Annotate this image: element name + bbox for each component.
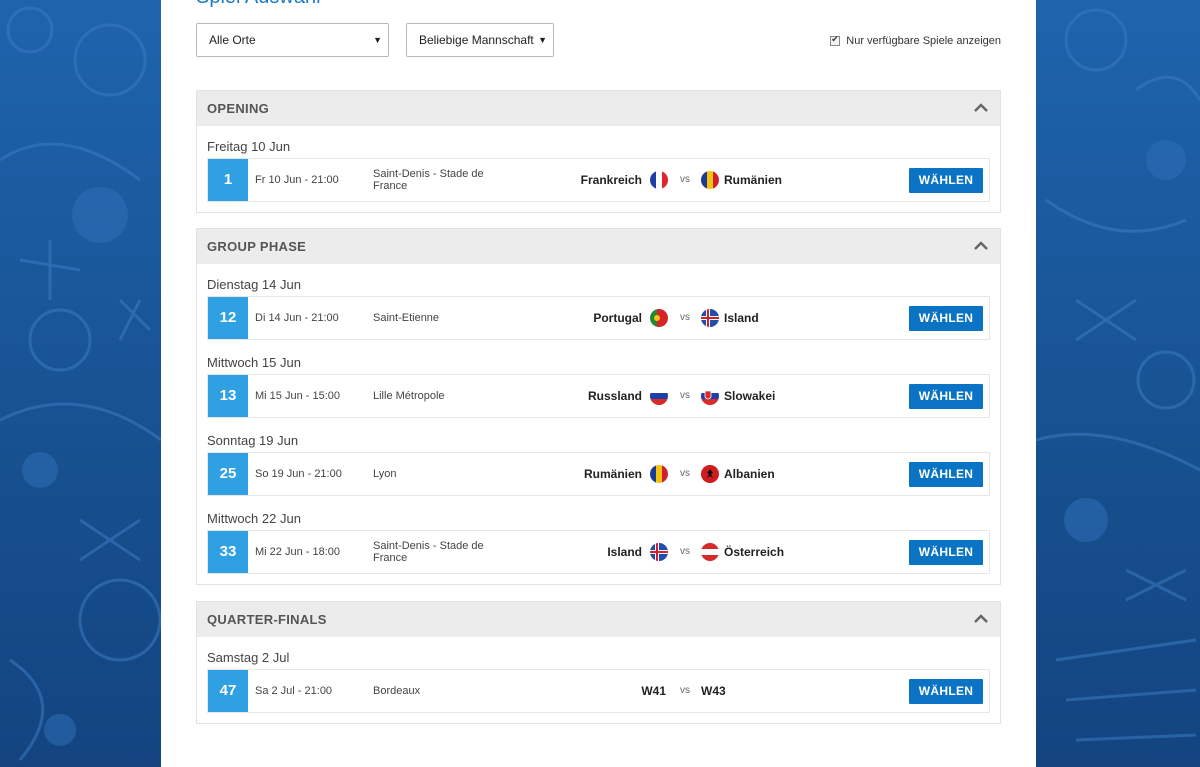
match-date: Di 14 Jun - 21:00 — [255, 312, 339, 324]
home-team: Rumänien — [583, 467, 642, 481]
match-number: 13 — [208, 375, 248, 417]
chevron-up-icon[interactable] — [974, 101, 988, 115]
section-title: QUARTER-FINALS — [207, 612, 327, 627]
section-header[interactable]: OPENING — [197, 91, 1000, 126]
team-select-value: Beliebige Mannschaft — [419, 33, 534, 47]
select-match-button[interactable]: WÄHLEN — [909, 306, 983, 331]
day-label: Sonntag 19 Jun — [207, 433, 299, 448]
match-number: 33 — [208, 531, 248, 573]
romania-flag-icon — [701, 171, 719, 189]
match-date: Mi 22 Jun - 18:00 — [255, 546, 340, 558]
away-team: Island — [724, 311, 759, 325]
select-match-button[interactable]: WÄHLEN — [909, 462, 983, 487]
chevron-up-icon[interactable] — [974, 612, 988, 626]
match-row: 12 Di 14 Jun - 21:00 Saint-Etienne Portugal… — [207, 296, 990, 340]
team-select[interactable]: Beliebige Mannschaft ▼ — [406, 23, 554, 57]
match-venue: Lille Métropole — [373, 390, 445, 402]
away-team: W43 — [701, 684, 726, 698]
day-label: Freitag 10 Jun — [207, 139, 291, 154]
day-label: Dienstag 14 Jun — [207, 277, 301, 292]
home-team: Frankreich — [580, 173, 642, 187]
background-pattern-left — [0, 0, 161, 767]
home-team: Russland — [587, 389, 642, 403]
section-title: GROUP PHASE — [207, 239, 307, 254]
day-label: Mittwoch 15 Jun — [207, 355, 301, 370]
only-available-label: Nur verfügbare Spiele anzeigen — [846, 35, 1001, 47]
albania-flag-icon — [701, 465, 719, 483]
select-match-button[interactable]: WÄHLEN — [909, 168, 983, 193]
match-number: 12 — [208, 297, 248, 339]
home-team: Portugal — [593, 311, 642, 325]
vs-label: vs — [680, 468, 690, 479]
section-header[interactable]: QUARTER-FINALS — [197, 602, 1000, 637]
select-match-button[interactable]: WÄHLEN — [909, 540, 983, 565]
match-date: Sa 2 Jul - 21:00 — [255, 685, 333, 697]
match-row: 1 Fr 10 Jun - 21:00 Saint-Denis - Stade de… — [207, 158, 990, 202]
section-title: OPENING — [207, 101, 270, 116]
vs-label: vs — [680, 685, 690, 696]
vs-label: vs — [680, 546, 690, 557]
day-label: Mittwoch 22 Jun — [207, 511, 301, 526]
vs-label: vs — [680, 312, 690, 323]
match-row: 25 So 19 Jun - 21:00 Lyon Rumänien vs Albanie… — [207, 452, 990, 496]
main-content: Spiel Auswahl Alle Orte ▼ Beliebige Mann… — [161, 0, 1036, 767]
location-select[interactable]: Alle Orte ▼ — [196, 23, 389, 57]
day-label: Samstag 2 Jul — [207, 650, 290, 665]
match-date: Fr 10 Jun - 21:00 — [255, 174, 339, 186]
dropdown-arrow-icon: ▼ — [538, 35, 547, 45]
france-flag-icon — [650, 171, 668, 189]
match-venue: Saint-Denis - Stade de France — [373, 168, 484, 192]
match-venue: Lyon — [373, 468, 397, 480]
match-row: 33 Mi 22 Jun - 18:00 Saint-Denis - Stade d… — [207, 530, 990, 574]
vs-label: vs — [680, 174, 690, 185]
match-number: 25 — [208, 453, 248, 495]
match-row: 47 Sa 2 Jul - 21:00 Bordeaux W41 vs W43 WÄHLEN — [207, 669, 990, 713]
vs-label: vs — [680, 390, 690, 401]
select-match-button[interactable]: WÄHLEN — [909, 679, 983, 704]
location-select-value: Alle Orte — [209, 33, 256, 47]
iceland-flag-icon — [650, 543, 668, 561]
austria-flag-icon — [701, 543, 719, 561]
away-team: Rumänien — [724, 173, 783, 187]
portugal-flag-icon — [650, 309, 668, 327]
section-quarter-finals: QUARTER-FINALS Samstag 2 Jul 47 Sa 2 Jul - … — [196, 601, 1001, 724]
only-available-filter[interactable]: Nur verfügbare Spiele anzeigen — [830, 34, 1001, 47]
away-team: Albanien — [724, 467, 775, 481]
away-team: Slowakei — [724, 389, 776, 403]
only-available-checkbox[interactable] — [830, 34, 841, 46]
match-venue: Saint-Etienne — [373, 312, 440, 324]
match-row: 13 Mi 15 Jun - 15:00 Lille Métropole Russla… — [207, 374, 990, 418]
background-pattern-right — [1036, 0, 1200, 767]
iceland-flag-icon — [701, 309, 719, 327]
match-number: 1 — [208, 159, 248, 201]
slovakia-flag-icon — [701, 387, 719, 405]
match-date: So 19 Jun - 21:00 — [255, 468, 342, 480]
home-team: W41 — [641, 684, 666, 698]
match-date: Mi 15 Jun - 15:00 — [255, 390, 340, 402]
match-number: 47 — [208, 670, 248, 712]
page-title: Spiel Auswahl — [196, 0, 321, 9]
dropdown-arrow-icon: ▼ — [373, 35, 382, 45]
match-venue: Bordeaux — [373, 685, 421, 697]
away-team: Österreich — [724, 545, 785, 559]
match-venue: Saint-Denis - Stade de France — [373, 540, 484, 564]
chevron-up-icon[interactable] — [974, 239, 988, 253]
russia-flag-icon — [650, 387, 668, 405]
romania-flag-icon — [650, 465, 668, 483]
section-header[interactable]: GROUP PHASE — [197, 229, 1000, 264]
section-opening: OPENING Freitag 10 Jun 1 Fr 10 Jun - 21:00 S… — [196, 90, 1001, 213]
section-group-phase: GROUP PHASE Dienstag 14 Jun 12 Di 14 Jun - … — [196, 228, 1001, 585]
home-team: Island — [607, 545, 642, 559]
select-match-button[interactable]: WÄHLEN — [909, 384, 983, 409]
